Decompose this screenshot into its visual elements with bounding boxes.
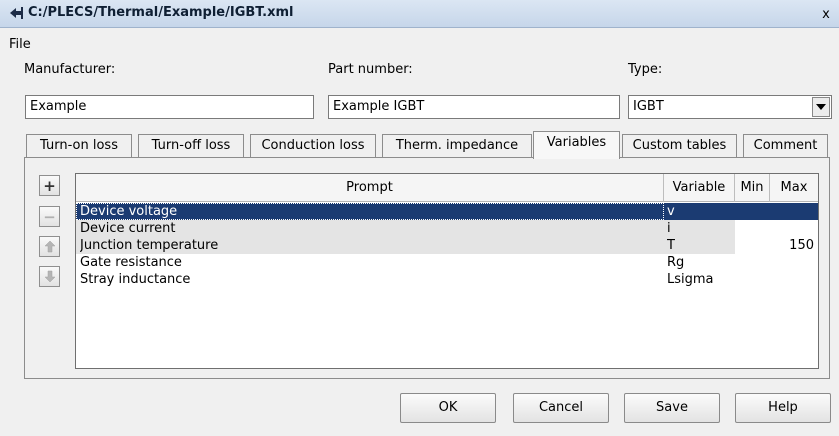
part-number-label: Part number: (328, 62, 413, 77)
tab-comment[interactable]: Comment (743, 134, 828, 158)
arrow-up-icon (43, 240, 56, 253)
type-select-value: IGBT (633, 99, 664, 114)
cell-min[interactable] (738, 220, 768, 237)
save-button[interactable]: Save (624, 393, 720, 423)
header-variable[interactable]: Variable (664, 174, 735, 202)
cell-variable[interactable]: i (667, 220, 733, 237)
cell-min[interactable] (738, 237, 768, 254)
tab-custom-tables[interactable]: Custom tables (622, 134, 737, 158)
window-title: C:/PLECS/Thermal/Example/IGBT.xml (28, 5, 294, 20)
minus-icon: − (43, 207, 56, 226)
plecs-app-icon (8, 5, 24, 21)
tab-turn-on-loss[interactable]: Turn-on loss (26, 134, 132, 158)
cell-max[interactable] (770, 271, 814, 288)
cell-variable[interactable]: Lsigma (667, 271, 733, 288)
plus-icon: + (43, 176, 56, 195)
part-number-input[interactable]: Example IGBT (328, 95, 620, 119)
cell-prompt[interactable]: Device current (80, 220, 660, 237)
variables-table: Prompt Variable Min Max Device voltage v… (75, 173, 819, 369)
tab-bar: Turn-on loss Turn-off loss Conduction lo… (24, 131, 830, 159)
cell-max[interactable] (770, 203, 814, 220)
table-row[interactable]: Device current i (76, 220, 818, 237)
cell-max[interactable] (770, 220, 814, 237)
tab-conduction-loss[interactable]: Conduction loss (250, 134, 376, 158)
variables-panel: + − Prompt Variable Min Max Device volta… (24, 157, 830, 379)
table-row[interactable]: Junction temperature T 150 (76, 237, 818, 254)
help-button[interactable]: Help (735, 393, 831, 423)
cell-variable[interactable]: T (667, 237, 733, 254)
add-row-button[interactable]: + (39, 175, 60, 196)
table-row[interactable]: Gate resistance Rg (76, 254, 818, 271)
menu-file[interactable]: File (9, 37, 31, 52)
cell-prompt[interactable]: Device voltage (80, 203, 660, 220)
cell-min[interactable] (738, 271, 768, 288)
cell-prompt[interactable]: Gate resistance (80, 254, 660, 271)
move-up-button[interactable] (39, 236, 60, 257)
tab-turn-off-loss[interactable]: Turn-off loss (138, 134, 244, 158)
manufacturer-label: Manufacturer: (24, 62, 116, 77)
table-header: Prompt Variable Min Max (76, 174, 818, 202)
cell-prompt[interactable]: Stray inductance (80, 271, 660, 288)
close-icon[interactable]: x (819, 8, 833, 22)
cell-max[interactable]: 150 (770, 237, 814, 254)
cancel-button[interactable]: Cancel (513, 393, 609, 423)
move-down-button[interactable] (39, 266, 60, 287)
tab-variables[interactable]: Variables (533, 131, 620, 159)
type-label: Type: (628, 62, 663, 77)
cell-prompt[interactable]: Junction temperature (80, 237, 660, 254)
manufacturer-input[interactable]: Example (25, 95, 314, 119)
title-bar[interactable]: C:/PLECS/Thermal/Example/IGBT.xml x (0, 0, 839, 28)
tab-therm-impedance[interactable]: Therm. impedance (382, 134, 532, 158)
header-min[interactable]: Min (735, 174, 770, 202)
arrow-down-icon (43, 270, 56, 283)
cell-min[interactable] (738, 254, 768, 271)
cell-min[interactable] (738, 203, 768, 220)
header-prompt[interactable]: Prompt (76, 174, 664, 202)
cell-max[interactable] (770, 254, 814, 271)
table-row[interactable]: Stray inductance Lsigma (76, 271, 818, 288)
remove-row-button[interactable]: − (39, 206, 60, 227)
dialog-window: C:/PLECS/Thermal/Example/IGBT.xml x File… (0, 0, 839, 436)
type-select[interactable]: IGBT (628, 95, 832, 119)
header-max[interactable]: Max (770, 174, 818, 202)
ok-button[interactable]: OK (400, 393, 496, 423)
table-row[interactable]: Device voltage v (76, 203, 818, 220)
cell-variable[interactable]: v (667, 203, 733, 220)
cell-variable[interactable]: Rg (667, 254, 733, 271)
chevron-down-icon[interactable] (812, 97, 830, 117)
